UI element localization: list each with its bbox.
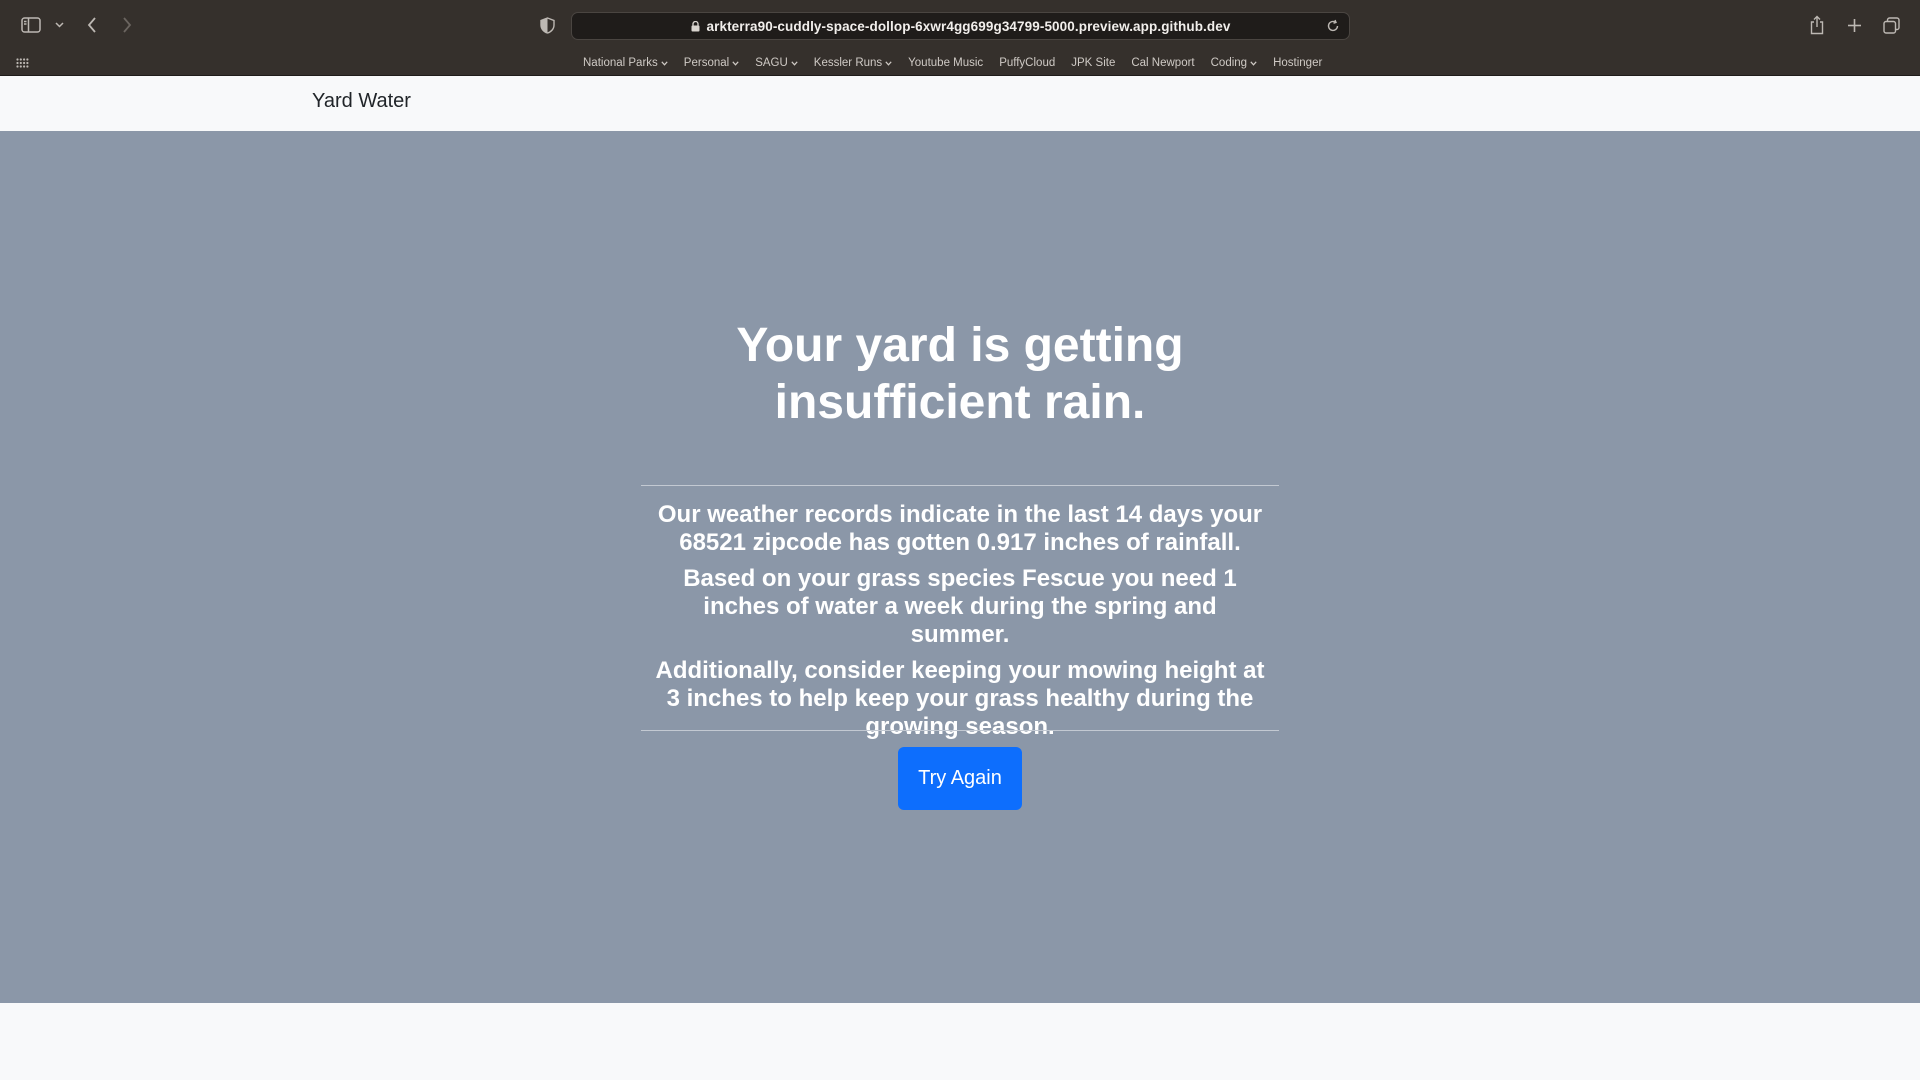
bookmark-item[interactable]: National Parks — [583, 57, 668, 69]
bookmark-label: JPK Site — [1071, 57, 1116, 69]
chevron-down-icon[interactable] — [52, 18, 66, 32]
divider — [641, 730, 1279, 731]
shield-icon[interactable] — [537, 15, 557, 35]
chevron-left-icon[interactable] — [83, 15, 101, 35]
bookmark-label: Hostinger — [1273, 57, 1323, 69]
bookmark-label: SAGU — [755, 57, 788, 69]
bookmark-item[interactable]: Personal — [684, 57, 739, 69]
chevron-down-icon — [885, 60, 892, 66]
bookmark-label: Coding — [1210, 57, 1248, 69]
bookmark-item[interactable]: PuffyCloud — [999, 57, 1055, 69]
bookmark-item[interactable]: Youtube Music — [908, 57, 983, 69]
hero-title: Your yard is getting insufficient rain. — [736, 319, 1184, 429]
bookmark-label: National Parks — [583, 57, 658, 69]
tab-overview-icon[interactable] — [1881, 15, 1901, 35]
grid-icon[interactable] — [15, 56, 29, 70]
navbar-brand[interactable]: Yard Water — [312, 90, 411, 113]
address-url: arkterra90-cuddly-space-dollop-6xwr4gg69… — [706, 18, 1231, 34]
bookmark-label: PuffyCloud — [999, 57, 1056, 69]
bookmark-item[interactable]: Hostinger — [1273, 57, 1322, 69]
hero-section: Your yard is getting insufficient rain. … — [0, 131, 1920, 1003]
rainfall-paragraph: Our weather records indicate in the last… — [657, 501, 1263, 556]
page: Yard Water Your yard is getting insuffic… — [0, 76, 1920, 1080]
chevron-right-icon[interactable] — [118, 15, 136, 35]
bookmark-label: Personal — [683, 57, 730, 69]
try-again-button[interactable]: Try Again — [898, 747, 1022, 810]
lock-icon — [691, 20, 700, 32]
bookmark-item[interactable]: Kessler Runs — [814, 57, 892, 69]
bookmark-item[interactable]: Coding — [1211, 57, 1257, 69]
chevron-down-icon — [1250, 60, 1257, 66]
bookmark-item[interactable]: Cal Newport — [1131, 57, 1194, 69]
grass-species-paragraph: Based on your grass species Fescue you n… — [683, 565, 1237, 648]
navbar: Yard Water — [0, 76, 1920, 131]
bookmarks-bar: National Parks Personal SAGU Kessler Runs Yo… — [0, 50, 1920, 76]
hero-body: Our weather records indicate in the last… — [641, 501, 1279, 749]
browser-toolbar: arkterra90-cuddly-space-dollop-6xwr4gg69… — [0, 0, 1920, 50]
browser-chrome: arkterra90-cuddly-space-dollop-6xwr4gg69… — [0, 0, 1920, 76]
bookmarks-list: National Parks Personal SAGU Kessler Runs Yo… — [583, 54, 1322, 72]
bookmark-label: Kessler Runs — [813, 57, 883, 69]
bookmark-label: Cal Newport — [1131, 57, 1195, 69]
share-icon[interactable] — [1807, 13, 1827, 37]
divider — [641, 485, 1279, 486]
address-bar[interactable]: arkterra90-cuddly-space-dollop-6xwr4gg69… — [571, 12, 1350, 40]
sidebar-icon[interactable] — [19, 15, 43, 35]
chevron-down-icon — [791, 60, 798, 66]
bookmark-item[interactable]: SAGU — [755, 57, 798, 69]
reload-icon[interactable] — [1326, 19, 1340, 33]
chevron-down-icon — [661, 60, 668, 66]
mowing-paragraph: Additionally, consider keeping your mowi… — [655, 657, 1265, 740]
bookmark-item[interactable]: JPK Site — [1071, 57, 1115, 69]
plus-icon[interactable] — [1844, 15, 1864, 35]
chevron-down-icon — [732, 60, 739, 66]
bookmark-label: Youtube Music — [908, 57, 984, 69]
